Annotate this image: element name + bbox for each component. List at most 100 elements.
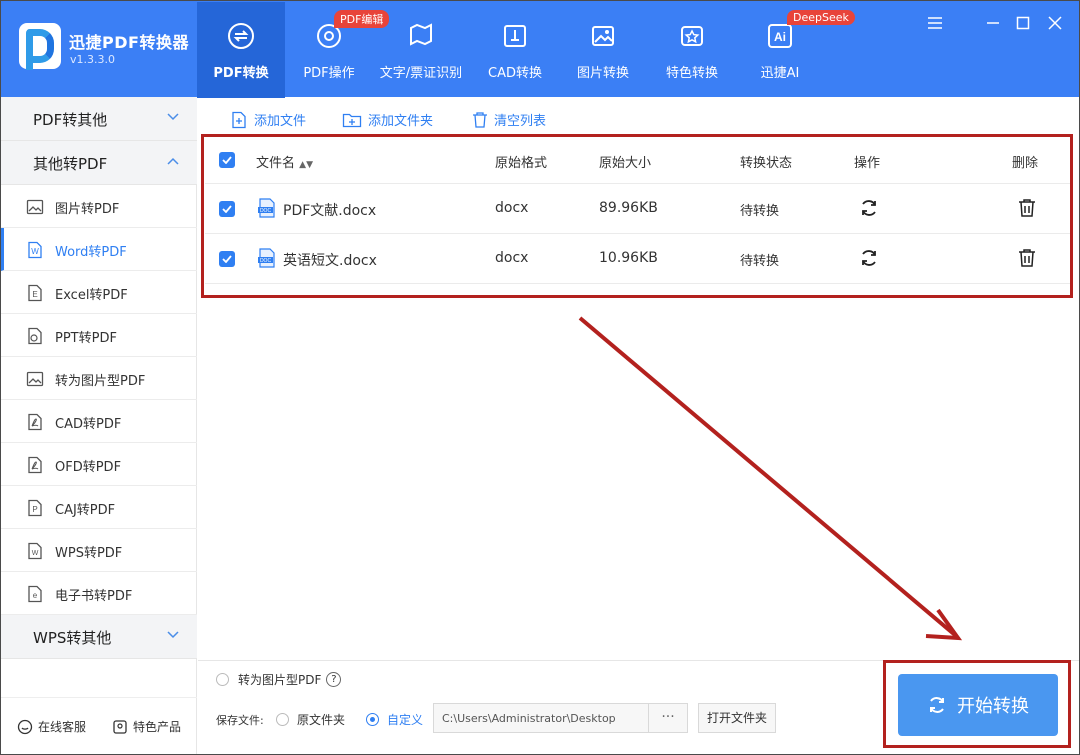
save-custom-radio[interactable]: [366, 713, 379, 726]
save-custom-label: 自定义: [387, 713, 424, 727]
sidebar-item-caj-to-pdf[interactable]: P CAJ转PDF: [1, 486, 197, 529]
pdf-file-icon: [28, 456, 42, 474]
save-custom-option[interactable]: 自定义: [366, 711, 423, 728]
ai-icon: Ai: [766, 22, 794, 50]
close-icon[interactable]: [1043, 11, 1067, 35]
cad-icon: [501, 22, 529, 50]
image-pdf-radio[interactable]: [216, 673, 229, 686]
pdf-file-icon: [28, 413, 42, 431]
sidebar-item-image-pdf[interactable]: 转为图片型PDF: [1, 357, 197, 400]
caj-file-icon-text: P: [32, 505, 37, 514]
add-folder-icon: [342, 113, 362, 127]
trash-icon: [473, 111, 487, 128]
online-service-label: 在线客服: [38, 720, 87, 734]
image-icon: [589, 22, 617, 50]
sidebar-item-cad-to-pdf[interactable]: CAD转PDF: [1, 400, 197, 443]
table-highlight-box: [201, 134, 1073, 298]
word-file-icon: W: [28, 241, 42, 259]
sidebar-item-label: Word转PDF: [55, 245, 127, 260]
deepseek-badge: DeepSeek: [787, 10, 855, 25]
save-original-label: 原文件夹: [297, 713, 346, 727]
word-file-icon-text: W: [31, 247, 39, 256]
add-file-label: 添加文件: [254, 114, 307, 129]
refresh-icon: [930, 697, 944, 713]
tab-cad[interactable]: CAD转换: [471, 2, 559, 98]
sidebar: PDF转其他 其他转PDF 图片转PDF W Word转PDF E Excel转…: [1, 97, 197, 754]
browse-button[interactable]: ···: [648, 703, 688, 733]
ppt-file-icon: [28, 327, 42, 345]
menu-icon[interactable]: [923, 11, 947, 35]
annotation-arrow: [578, 316, 963, 641]
add-file-button[interactable]: 添加文件: [230, 110, 306, 129]
image-pdf-option[interactable]: 转为图片型PDF ?: [216, 671, 342, 688]
category-pdf-to-other[interactable]: PDF转其他: [1, 97, 197, 141]
tab-ocr[interactable]: 文字/票证识别: [377, 2, 465, 98]
sidebar-item-label: 转为图片型PDF: [55, 374, 146, 389]
category-other-to-pdf[interactable]: 其他转PDF: [1, 141, 197, 185]
sidebar-item-ppt-to-pdf[interactable]: PPT转PDF: [1, 314, 197, 357]
chat-icon: [17, 719, 33, 734]
minimize-icon[interactable]: [981, 11, 1005, 35]
tab-label: 文字/票证识别: [379, 66, 463, 81]
chevron-down-icon: [167, 631, 179, 639]
sidebar-item-label: CAD转PDF: [55, 417, 122, 432]
app-logo: [19, 23, 61, 70]
tab-label: PDF转换: [213, 66, 269, 81]
clear-list-label: 清空列表: [494, 114, 547, 129]
sidebar-item-ebook-to-pdf[interactable]: e 电子书转PDF: [1, 572, 197, 615]
chevron-down-icon: [167, 113, 179, 121]
sidebar-item-label: Excel转PDF: [55, 288, 128, 303]
sidebar-item-excel-to-pdf[interactable]: E Excel转PDF: [1, 271, 197, 314]
tab-label: 迅捷AI: [760, 66, 800, 81]
app-version: v1.3.3.0: [70, 53, 115, 66]
sidebar-footer: 在线客服 特色产品: [1, 697, 197, 753]
featured-products-label: 特色产品: [133, 720, 182, 734]
tab-label: 特色转换: [665, 66, 718, 81]
start-convert-label: 开始转换: [957, 696, 1029, 717]
save-path-input[interactable]: C:\Users\Administrator\Desktop: [433, 703, 649, 733]
tab-label: CAD转换: [488, 66, 542, 81]
category-wps-to-other[interactable]: WPS转其他: [1, 615, 197, 659]
sidebar-item-label: CAJ转PDF: [55, 503, 116, 518]
tab-special[interactable]: 特色转换: [648, 2, 736, 98]
sidebar-item-label: PPT转PDF: [55, 331, 117, 346]
category-label: PDF转其他: [33, 111, 108, 129]
maximize-icon[interactable]: [1011, 11, 1035, 35]
sidebar-item-label: WPS转PDF: [55, 546, 123, 561]
header-bar: 迅捷PDF转换器 v1.3.3.0 PDF转换 PDF操作 PDF编辑 文字/票…: [1, 1, 1079, 98]
tab-label: PDF操作: [303, 66, 355, 81]
save-file-label: 保存文件:: [216, 714, 264, 727]
excel-file-icon: E: [28, 284, 42, 302]
image-file-icon: [26, 199, 44, 215]
ebook-file-icon: e: [28, 585, 42, 603]
clear-list-button[interactable]: 清空列表: [472, 110, 546, 129]
tab-label: 图片转换: [576, 66, 629, 81]
wps-file-icon-text: W: [32, 550, 39, 557]
sidebar-item-label: 图片转PDF: [55, 202, 120, 217]
start-convert-button[interactable]: 开始转换: [898, 674, 1058, 736]
save-original-option[interactable]: 原文件夹: [276, 711, 345, 728]
image-file-icon: [26, 371, 44, 387]
app-name: 迅捷PDF转换器: [69, 33, 189, 52]
sidebar-item-word-to-pdf[interactable]: W Word转PDF: [1, 228, 197, 271]
online-service-link[interactable]: 在线客服: [17, 718, 86, 735]
sidebar-item-image-to-pdf[interactable]: 图片转PDF: [1, 185, 197, 228]
featured-products-link[interactable]: 特色产品: [112, 718, 181, 735]
sidebar-item-ofd-to-pdf[interactable]: OFD转PDF: [1, 443, 197, 486]
sidebar-item-wps-to-pdf[interactable]: W WPS转PDF: [1, 529, 197, 572]
ocr-icon: [407, 22, 435, 50]
save-original-radio[interactable]: [276, 713, 289, 726]
add-folder-button[interactable]: 添加文件夹: [342, 110, 433, 129]
category-label: 其他转PDF: [33, 155, 108, 173]
tab-pdf-convert[interactable]: PDF转换: [197, 2, 285, 98]
excel-file-icon-text: E: [32, 290, 37, 299]
tab-image[interactable]: 图片转换: [559, 2, 647, 98]
caj-file-icon: P: [28, 499, 42, 517]
open-folder-button[interactable]: 打开文件夹: [698, 703, 776, 733]
ai-icon-text: Ai: [774, 30, 786, 44]
help-icon[interactable]: ?: [326, 672, 342, 687]
sidebar-item-label: 电子书转PDF: [55, 589, 133, 604]
add-folder-label: 添加文件夹: [368, 114, 434, 129]
wps-file-icon: W: [28, 542, 42, 560]
image-pdf-label: 转为图片型PDF: [238, 673, 322, 687]
